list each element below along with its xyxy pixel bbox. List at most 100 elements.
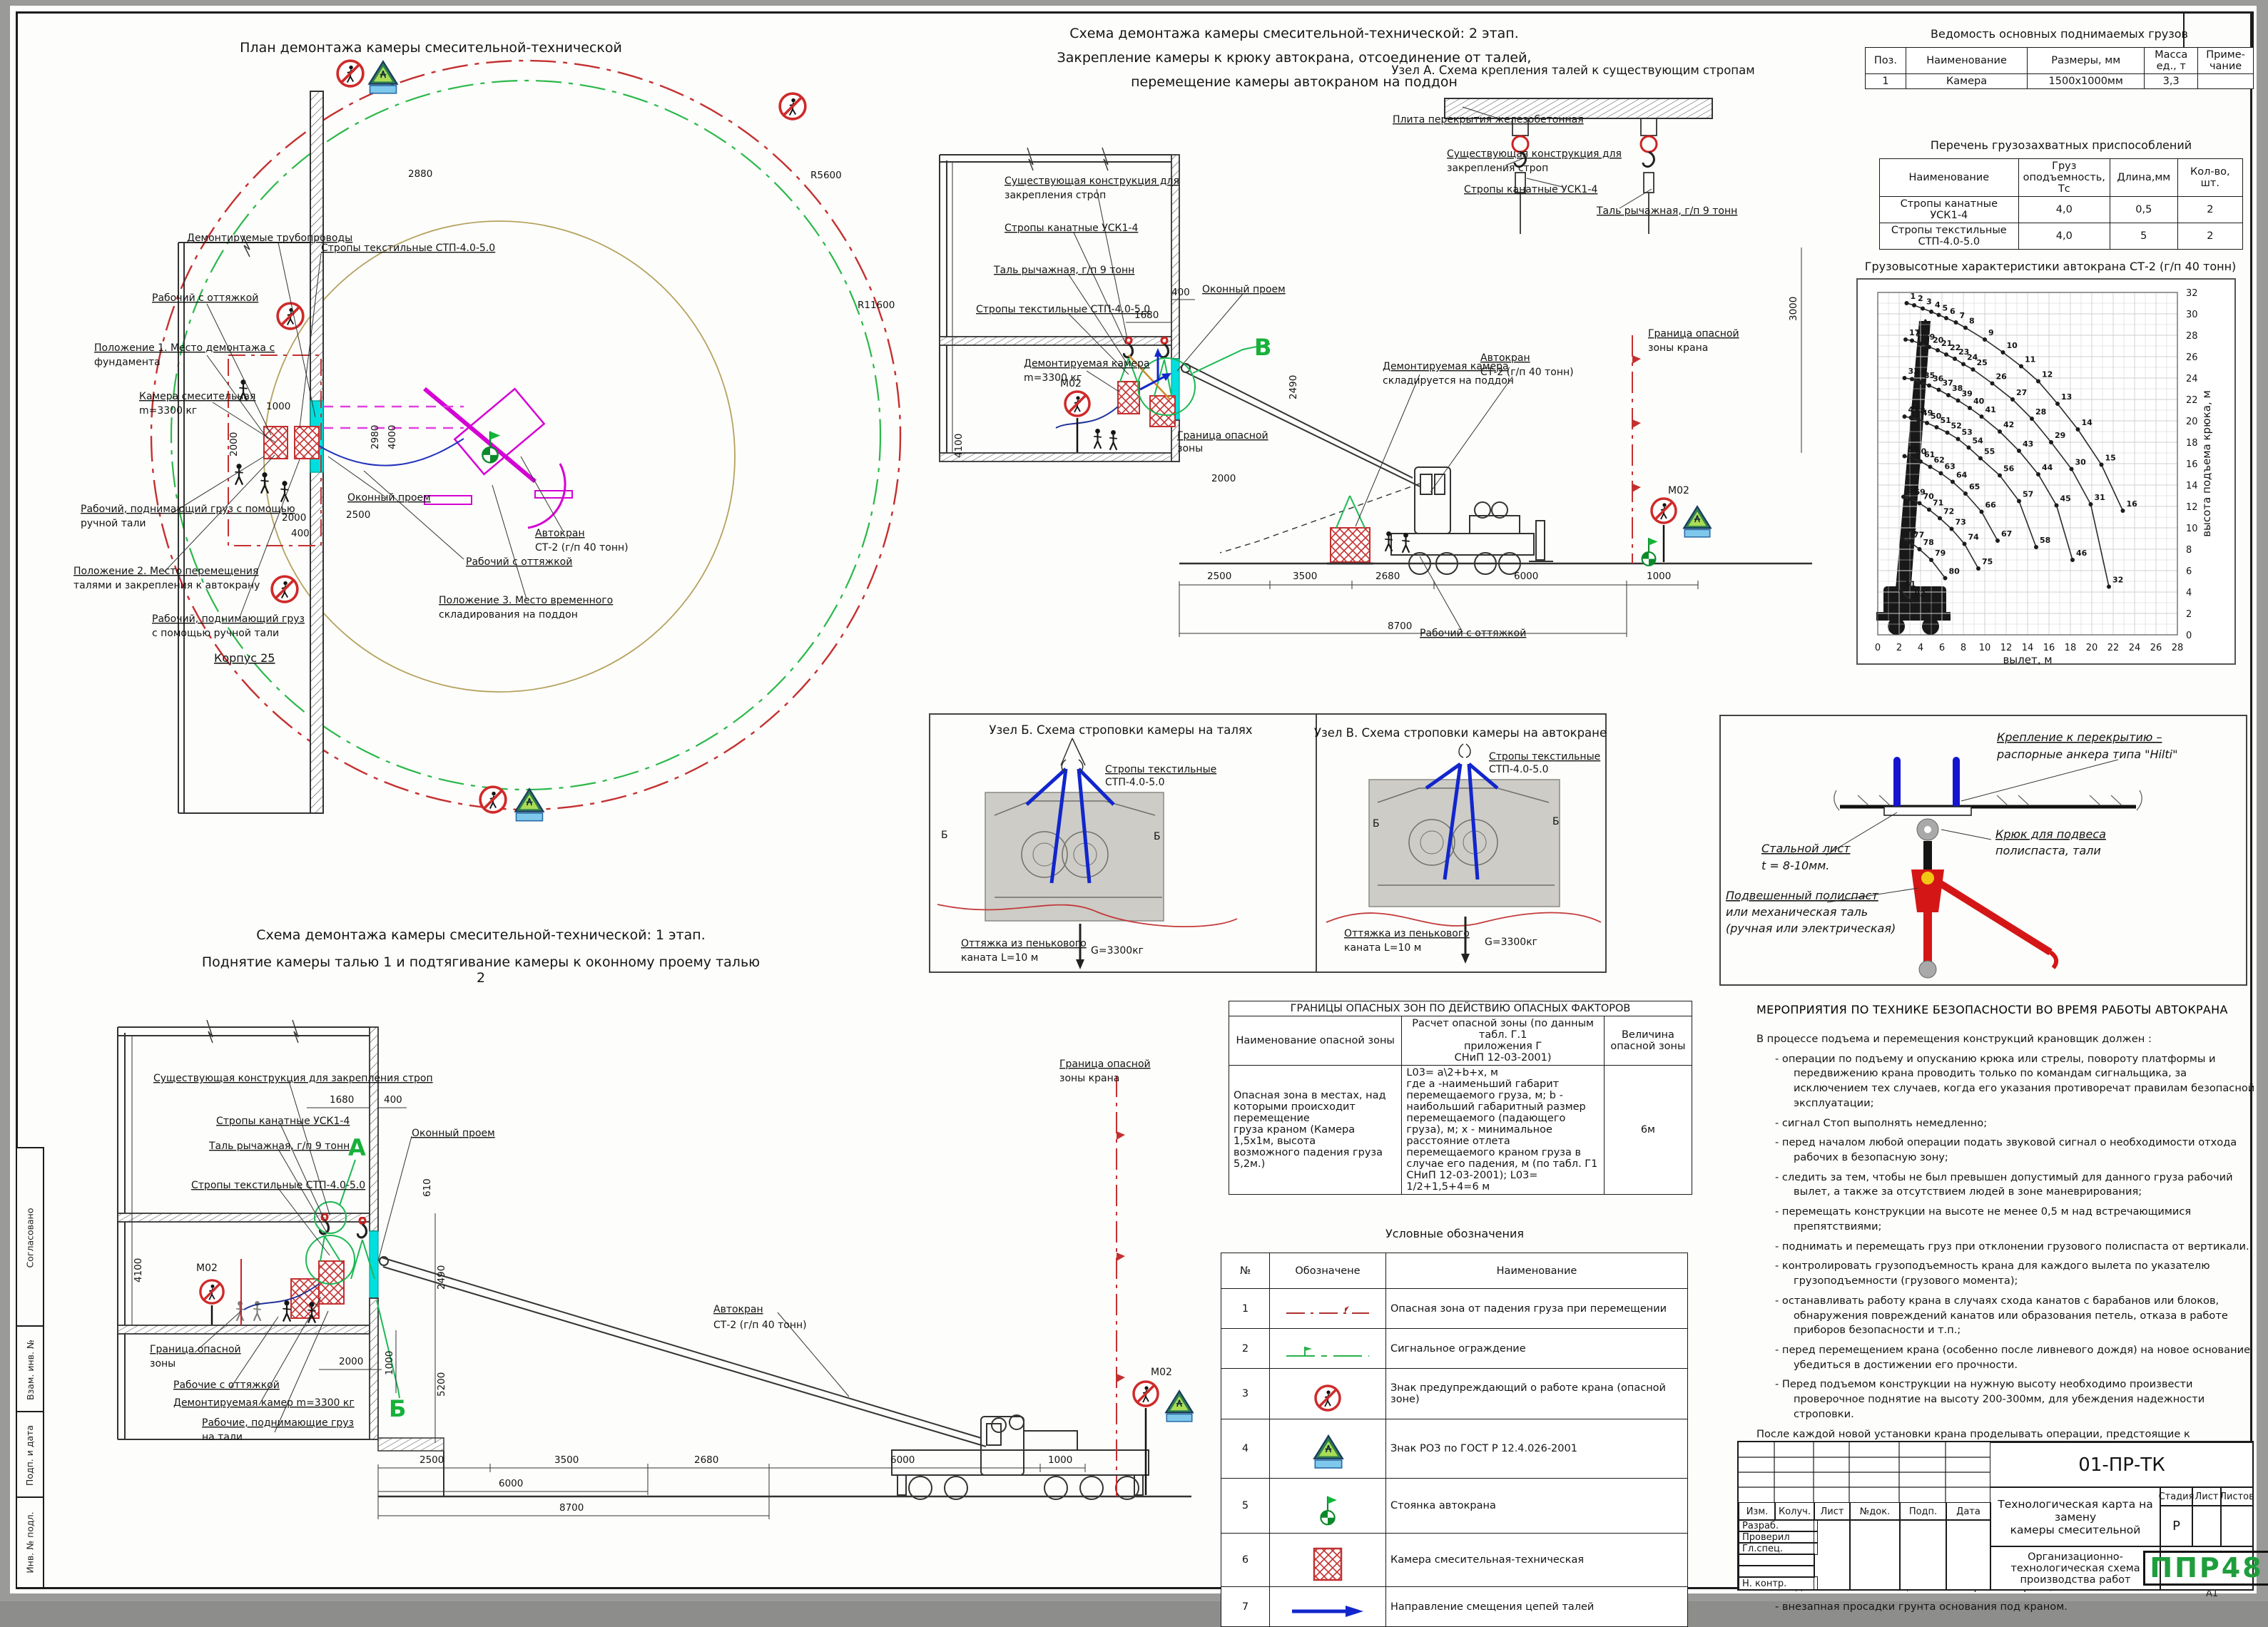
label: фундамента <box>94 357 161 368</box>
camera-in-room <box>1118 382 1139 414</box>
crane-load-chart: 0246810121416182022242628024681012141618… <box>1856 278 2242 669</box>
label: Рабочий с оттяжкой <box>152 292 258 304</box>
dim-label: 1680 <box>330 1094 354 1106</box>
svg-text:54: 54 <box>1973 437 1984 446</box>
label: складирования на поддон <box>439 609 578 621</box>
worker-icon <box>235 464 243 484</box>
label: Камера смесительная <box>139 391 255 402</box>
no-walk-sign-icon <box>1652 499 1676 523</box>
cell: 2 <box>2177 197 2242 223</box>
svg-text:26: 26 <box>2150 643 2162 653</box>
label: Существующая конструкция для <box>1005 175 1179 187</box>
svg-text:1: 1 <box>1911 292 1916 301</box>
svg-text:73: 73 <box>1956 518 1966 527</box>
svg-text:32: 32 <box>2186 288 2198 299</box>
label: ручной тали <box>81 518 146 529</box>
document-subtitle-line: Организационно-технологическая схема <box>1990 1551 2160 1574</box>
cell: Знак РОЗ по ГОСТ Р 12.4.026-2001 <box>1386 1419 1688 1479</box>
dim-label: 400 <box>1171 287 1190 298</box>
label: Оконный проем <box>1202 284 1286 295</box>
svg-text:22: 22 <box>2107 643 2120 653</box>
dim-label: 6000 <box>499 1478 523 1489</box>
dim-label: 2000 <box>228 432 240 457</box>
section-mark: Б <box>1154 831 1161 842</box>
svg-text:16: 16 <box>2043 643 2055 653</box>
svg-text:44: 44 <box>2042 463 2053 472</box>
cell: Камера <box>1906 74 2027 89</box>
worker-icon <box>260 472 268 493</box>
legend-title: Условные обозначения <box>1223 1227 1687 1240</box>
cell: 7 <box>1221 1587 1270 1627</box>
label: Демонтируемая камер m=3300 кг <box>173 1397 355 1409</box>
sheets-header: Листов <box>2220 1486 2254 1506</box>
steel-plate <box>1884 807 1971 815</box>
worker-icon <box>1094 429 1102 449</box>
weight-label: G=3300кг <box>1485 937 1537 948</box>
svg-text:2: 2 <box>1896 643 1902 653</box>
svg-text:18: 18 <box>2186 438 2198 449</box>
cell: Камера смесительная-техническая <box>1386 1534 1688 1587</box>
svg-text:8: 8 <box>1969 317 1975 326</box>
boundary-flags <box>1632 355 1641 492</box>
svg-text:63: 63 <box>1945 462 1956 471</box>
stage1-labels: Существующая конструкция для закрепления… <box>150 1059 1172 1443</box>
label: Граница опасной <box>1059 1059 1151 1070</box>
cell <box>2198 74 2254 89</box>
cargo-table-title: Ведомость основных поднимаемых грузов <box>1865 27 2254 41</box>
svg-text:6: 6 <box>2186 566 2192 577</box>
side-strip-cell: Инв. № подл. <box>16 1496 44 1588</box>
safety-paragraph: - поднимать и перемещать груз при отклон… <box>1756 1240 2256 1255</box>
dim-label: 2880 <box>408 168 432 180</box>
label: талями и закрепления к автокрану <box>73 580 260 591</box>
svg-text:9: 9 <box>1988 328 1994 337</box>
svg-text:27: 27 <box>2016 388 2027 397</box>
safety-paragraph: - операции по подъему и опусканию крюка … <box>1756 1052 2256 1111</box>
drawing-sheet-page: План демонтажа камеры смесительной-техни… <box>0 0 2268 1601</box>
label: Автокран <box>1480 352 1530 364</box>
revision-grid-lines <box>1739 1442 1990 1502</box>
document-title-line: камеры смесительной <box>2010 1524 2141 1536</box>
legend-symbol-danger-line <box>1270 1289 1386 1329</box>
svg-text:43: 43 <box>2023 439 2033 449</box>
document-code: 01-ПР-ТК <box>1990 1442 2254 1488</box>
stamp-row-label: Н. контр. <box>1739 1576 1818 1591</box>
label: Подвешенный полиспаст <box>1726 889 1878 902</box>
section-mark: Б <box>1373 818 1380 830</box>
legend-symbol-direction-arrow <box>1270 1587 1386 1627</box>
safety-paragraph: - сигнал Стоп выполнять немедленно; <box>1756 1116 2256 1131</box>
dim-label: 1000 <box>266 401 290 412</box>
cell: 6 <box>1221 1534 1270 1587</box>
cell: Направление смещения цепей талей <box>1386 1587 1688 1627</box>
hoist-strap <box>1923 912 1932 962</box>
cell: 6м <box>1604 1066 1692 1195</box>
svg-text:65: 65 <box>1969 482 1980 491</box>
no-walk-sign-icon <box>272 576 298 602</box>
label: Существующая конструкция для закрепления… <box>153 1073 433 1084</box>
cell: 4 <box>1221 1419 1270 1479</box>
svg-text:6: 6 <box>1950 307 1956 316</box>
label: каната L=10 м <box>961 952 1038 964</box>
label: на тали <box>202 1432 243 1443</box>
legend-symbol-camera-hatch <box>1270 1534 1386 1587</box>
node-a-drawing: Узел А. Схема крепления талей к существу… <box>1384 50 1769 257</box>
legend-symbol-signal-fence <box>1270 1329 1386 1369</box>
label: распорные анкера типа "Hilti" <box>1996 748 2177 761</box>
col-header: Величина опасной зоны <box>1604 1016 1692 1066</box>
node-a-title: Узел А. Схема крепления талей к существу… <box>1391 63 1754 77</box>
dim-label: 610 <box>422 1178 433 1197</box>
label: Плита перекрытия железобетонная <box>1393 114 1584 126</box>
cell: 4,0 <box>2018 223 2110 250</box>
stamp-empty <box>1899 1519 1947 1591</box>
crane-radius-circle <box>264 221 735 692</box>
table-row: Опасная зона в местах, над которыми прои… <box>1229 1066 1692 1195</box>
side-strip-label: Взам. инв. № <box>25 1340 36 1400</box>
no-walk-sign-icon <box>200 1280 223 1303</box>
safety-paragraph: - перед началом любой операции подать зв… <box>1756 1136 2256 1165</box>
warning-sign-icon <box>369 61 397 93</box>
legend-row: 2 Сигнальное ограждение <box>1221 1329 1688 1369</box>
workers-faint <box>236 1301 261 1321</box>
document-title-line: Технологическая карта на замену <box>1990 1498 2160 1524</box>
ground-ledge <box>378 1438 444 1451</box>
label: Граница опасной <box>1177 430 1268 442</box>
sheets-value <box>2220 1505 2254 1547</box>
